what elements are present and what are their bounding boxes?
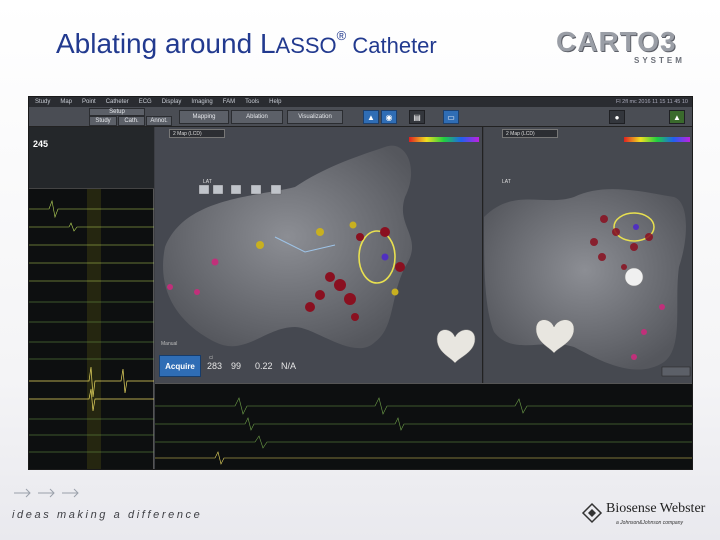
slide-title: Ablating around LASSO® Catheter	[56, 28, 437, 60]
menu-tools[interactable]: Tools	[245, 99, 259, 105]
bottom-trace-1	[155, 397, 692, 415]
annot-button[interactable]: Annot.	[146, 116, 172, 126]
cath-button[interactable]: Cath.	[118, 116, 145, 126]
biosense-webster-mark-icon	[581, 502, 603, 524]
bottom-signal-traces	[155, 397, 692, 465]
signal-window-highlight	[87, 189, 101, 469]
signals-panel: 245	[29, 127, 154, 469]
title-l: L	[259, 28, 276, 59]
biosense-webster-name: Biosense Webster	[606, 501, 706, 516]
readout-value-2: 99	[231, 361, 242, 371]
menu-study[interactable]: Study	[35, 99, 50, 105]
file-info: Fl 2fl mc 2016 11 15 11 45 10	[616, 99, 688, 105]
menu-point[interactable]: Point	[82, 99, 96, 105]
title-first: Ablating around	[56, 28, 260, 59]
main-toolbar: Setup Study Cath. Annot. Mapping Ablatio…	[29, 107, 692, 127]
left-color-scale	[409, 137, 479, 142]
biosense-webster-sub: a Johnson&Johnson company	[616, 520, 683, 526]
biosense-webster-logo: Biosense Webster a Johnson&Johnson compa…	[580, 497, 710, 533]
left-catheter-tip	[381, 253, 389, 261]
readout-value-4: N/A	[281, 361, 297, 371]
readout-label-cl: Cl	[209, 355, 214, 360]
ablation-icon[interactable]: ◉	[381, 110, 397, 124]
manual-label: Manual	[161, 341, 178, 347]
menu-help[interactable]: Help	[269, 99, 281, 105]
visualization-button[interactable]: Visualization	[287, 110, 343, 124]
acquire-button[interactable]: Acquire	[159, 355, 201, 377]
right-view-button	[661, 366, 691, 377]
bottom-trace-3	[155, 435, 692, 449]
right-color-scale	[624, 137, 690, 142]
settings-icon[interactable]: ▤	[409, 110, 425, 124]
menu-bar: Study Map Point Catheter ECG Display Ima…	[29, 97, 692, 107]
left-map-view[interactable]: 2 Map (LCD) LAT Manual	[155, 127, 483, 383]
map-icon[interactable]: ▲	[363, 110, 379, 124]
menu-imaging[interactable]: Imaging	[191, 99, 212, 105]
study-button[interactable]: Study	[89, 116, 117, 126]
right-anatomy-map	[484, 137, 691, 377]
title-registered: ®	[336, 27, 347, 43]
arrows-logo	[14, 488, 79, 498]
title-rest: Catheter	[346, 33, 437, 58]
menu-catheter[interactable]: Catheter	[106, 99, 129, 105]
title-asso: ASSO	[275, 33, 337, 58]
carto-logo-sub: SYSTEM	[634, 56, 685, 65]
right-map-view[interactable]: 2 Map (LCD) LAT	[484, 127, 692, 383]
readout-value-3: 0.22	[255, 361, 273, 371]
signal-traces	[29, 189, 154, 469]
carto-logo-word: CARTO3	[556, 26, 677, 57]
readout-cl-value: 283	[207, 361, 223, 371]
warning-icon[interactable]: ▲	[669, 110, 685, 124]
camera-icon[interactable]: ●	[609, 110, 625, 124]
menu-map[interactable]: Map	[60, 99, 72, 105]
right-catheter-tip	[633, 224, 639, 230]
bottom-signals-panel	[155, 383, 692, 469]
ablation-button[interactable]: Ablation	[231, 110, 283, 124]
setup-button[interactable]: Setup	[89, 108, 145, 116]
menu-ecg[interactable]: ECG	[139, 99, 152, 105]
bottom-trace-4	[155, 451, 692, 465]
tagline: ideas making a difference	[12, 509, 203, 521]
carto-logo: CARTO3 SYSTEM	[556, 26, 706, 68]
bottom-trace-2	[155, 417, 692, 431]
mapping-button[interactable]: Mapping	[179, 110, 229, 124]
left-chamber-surface	[163, 145, 413, 349]
left-anatomy-map	[163, 137, 479, 364]
left-heart-orientation	[436, 329, 476, 364]
menu-display[interactable]: Display	[162, 99, 182, 105]
menu-fam[interactable]: FAM	[223, 99, 235, 105]
right-chamber-surface	[484, 189, 686, 370]
carto-app-window: Study Map Point Catheter ECG Display Ima…	[28, 96, 693, 470]
sync-icon[interactable]: ▭	[443, 110, 459, 124]
right-face-marker	[624, 267, 644, 287]
